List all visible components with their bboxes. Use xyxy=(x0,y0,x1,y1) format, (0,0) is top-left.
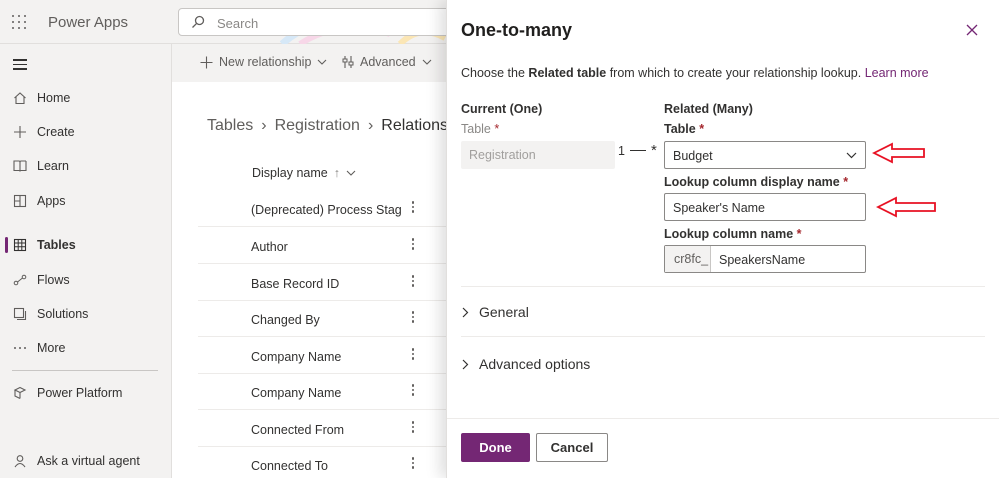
power-platform-icon xyxy=(12,385,28,401)
done-button[interactable]: Done xyxy=(461,433,530,462)
table-row[interactable]: Author xyxy=(198,228,452,264)
chevron-down-icon xyxy=(422,59,431,65)
agent-icon xyxy=(12,453,28,469)
command-bar: New relationship Advanced xyxy=(172,44,452,82)
more-options-icon[interactable] xyxy=(411,384,415,398)
section-divider xyxy=(461,336,985,337)
current-table-field: Registration xyxy=(461,141,615,169)
nav-item-flows[interactable]: Flows xyxy=(0,265,172,295)
table-row[interactable]: Company Name xyxy=(198,338,452,374)
section-divider xyxy=(461,286,985,287)
footer-divider xyxy=(447,418,999,419)
table-row[interactable]: Company Name xyxy=(198,374,452,410)
panel-title: One-to-many xyxy=(461,20,573,40)
breadcrumb: Tables › Registration › Relationsh xyxy=(207,117,457,135)
new-relationship-button[interactable]: New relationship xyxy=(200,55,327,69)
search-box[interactable]: Search xyxy=(178,8,450,36)
more-options-icon[interactable] xyxy=(411,311,415,325)
chevron-right-icon xyxy=(462,307,469,317)
lookup-column-name-input[interactable]: cr8fc_ SpeakersName xyxy=(664,245,866,273)
more-options-icon[interactable] xyxy=(411,275,415,289)
nav-item-solutions[interactable]: Solutions xyxy=(0,299,172,329)
lookup-display-name-label: Lookup column display name * xyxy=(664,175,849,189)
annotation-arrow xyxy=(876,196,936,218)
nav-item-power-platform[interactable]: Power Platform xyxy=(0,378,172,408)
table-row[interactable]: (Deprecated) Process Stag xyxy=(198,191,452,227)
advanced-button[interactable]: Advanced xyxy=(342,55,432,69)
publisher-prefix: cr8fc_ xyxy=(665,246,711,272)
apps-icon xyxy=(12,193,28,209)
cancel-button[interactable]: Cancel xyxy=(536,433,608,462)
current-one-heading: Current (One) xyxy=(461,102,543,116)
main-content: Tables › Registration › Relationsh Display n… xyxy=(172,82,457,478)
table-icon xyxy=(12,237,28,253)
chevron-right-icon: › xyxy=(367,117,374,134)
learn-more-link[interactable]: Learn more xyxy=(865,66,929,80)
related-table-dropdown[interactable]: Budget xyxy=(664,141,866,169)
panel-description: Choose the Related table from which to c… xyxy=(461,66,929,80)
table-row[interactable]: Connected To xyxy=(198,447,452,478)
chevron-down-icon xyxy=(318,59,327,65)
more-options-icon[interactable] xyxy=(411,421,415,435)
related-table-label: Table * xyxy=(664,122,705,136)
more-options-icon[interactable] xyxy=(411,457,415,471)
nav-item-learn[interactable]: Learn xyxy=(0,151,172,181)
chevron-right-icon xyxy=(462,359,469,369)
chevron-down-icon xyxy=(346,170,356,176)
annotation-arrow xyxy=(872,142,925,164)
nav-divider xyxy=(12,370,158,371)
search-placeholder: Search xyxy=(217,16,259,31)
nav-item-tables[interactable]: Tables xyxy=(0,230,172,260)
plus-icon xyxy=(12,124,28,140)
related-many-heading: Related (Many) xyxy=(664,102,753,116)
left-nav: Home Create Learn Apps Tables Flows Solu… xyxy=(0,44,172,478)
advanced-options-expander[interactable]: Advanced options xyxy=(461,356,590,372)
advanced-icon xyxy=(342,56,354,68)
chevron-down-icon xyxy=(846,152,857,159)
solutions-icon xyxy=(12,306,28,322)
chevron-right-icon: › xyxy=(261,117,267,134)
sort-up-icon: ↑ xyxy=(333,166,340,180)
table-row[interactable]: Changed By xyxy=(198,301,452,337)
flow-icon xyxy=(12,272,28,288)
current-table-label: Table * xyxy=(461,122,500,136)
close-icon[interactable] xyxy=(965,23,979,37)
ellipsis-icon xyxy=(12,340,28,356)
lookup-display-name-input[interactable]: Speaker's Name xyxy=(664,193,866,221)
lookup-column-name-label: Lookup column name * xyxy=(664,227,802,241)
general-expander[interactable]: General xyxy=(461,304,529,320)
more-options-icon[interactable] xyxy=(411,238,415,252)
more-options-icon[interactable] xyxy=(411,201,415,215)
nav-item-create[interactable]: Create xyxy=(0,117,172,147)
breadcrumb-tables[interactable]: Tables xyxy=(207,117,253,134)
search-icon xyxy=(192,15,205,28)
table-row[interactable]: Connected From xyxy=(198,411,452,447)
plus-icon xyxy=(200,56,213,68)
column-header-display-name[interactable]: Display name ↑ xyxy=(252,166,356,180)
nav-item-more[interactable]: More xyxy=(0,333,172,363)
one-to-many-panel: One-to-many Choose the Related table fro… xyxy=(446,0,999,478)
home-icon xyxy=(12,90,28,106)
nav-item-apps[interactable]: Apps xyxy=(0,186,172,216)
waffle-icon[interactable] xyxy=(12,15,26,29)
table-row[interactable]: Base Record ID xyxy=(198,265,452,301)
breadcrumb-table[interactable]: Registration xyxy=(275,117,360,134)
app-name[interactable]: Power Apps xyxy=(48,14,128,31)
more-options-icon[interactable] xyxy=(411,348,415,362)
nav-item-ask-virtual-agent[interactable]: Ask a virtual agent xyxy=(0,446,172,476)
hamburger-icon[interactable] xyxy=(13,59,27,73)
book-icon xyxy=(12,158,28,174)
nav-item-home[interactable]: Home xyxy=(0,83,172,113)
cardinality-indicator: 1 * xyxy=(618,142,657,159)
